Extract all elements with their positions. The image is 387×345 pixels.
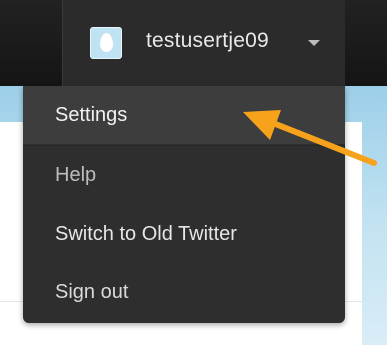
menu-item-settings[interactable]: Settings: [23, 86, 345, 144]
menu-item-switch-to-old-twitter[interactable]: Switch to Old Twitter: [23, 205, 345, 263]
menu-item-help[interactable]: Help: [23, 146, 345, 204]
avatar[interactable]: [90, 27, 122, 59]
username-label[interactable]: testusertje09: [146, 29, 269, 53]
user-dropdown-menu: Settings Help Switch to Old Twitter Sign…: [23, 86, 345, 323]
menu-item-sign-out[interactable]: Sign out: [23, 263, 345, 321]
egg-avatar-icon: [100, 33, 113, 52]
caret-down-icon[interactable]: [308, 40, 320, 46]
